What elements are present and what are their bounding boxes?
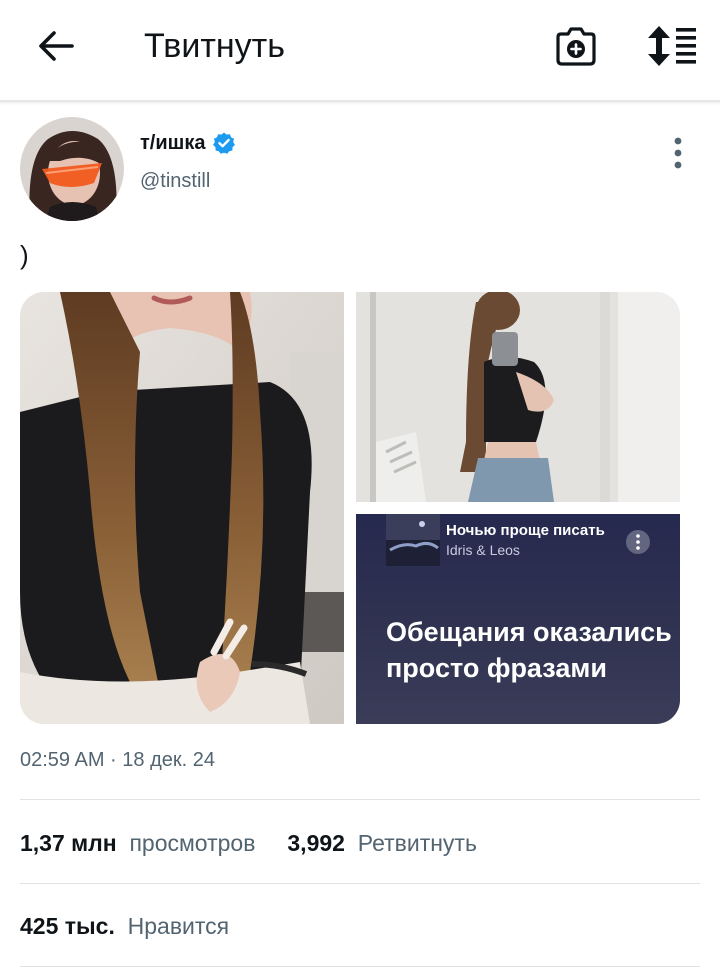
sort-button[interactable] bbox=[646, 24, 698, 68]
profile-photo bbox=[20, 117, 124, 221]
arrow-left-icon bbox=[39, 31, 74, 61]
photo-1[interactable] bbox=[20, 292, 344, 724]
views-retweets-row: 1,37 млн просмотров 3,992 Ретвитнуть bbox=[20, 828, 477, 858]
song-title: Ночью проще писать bbox=[446, 522, 605, 539]
back-button[interactable] bbox=[34, 26, 78, 66]
likes-stat[interactable]: 425 тыс. Нравится bbox=[20, 913, 229, 939]
user-display-name[interactable]: т/ишка bbox=[140, 130, 205, 156]
photo-1-image bbox=[20, 292, 344, 724]
media-grid: Ночью проще писать Idris & Leos Обещания… bbox=[20, 292, 680, 724]
avatar[interactable] bbox=[20, 117, 124, 221]
add-photo-button[interactable] bbox=[554, 24, 598, 68]
music-embed-card[interactable]: Ночью проще писать Idris & Leos Обещания… bbox=[356, 514, 680, 724]
verified-badge-icon bbox=[213, 132, 235, 154]
page-title: Твитнуть bbox=[144, 27, 285, 65]
divider bbox=[20, 799, 700, 800]
retweets-label: Ретвитнуть bbox=[357, 830, 477, 856]
views-stat[interactable]: 1,37 млн просмотров bbox=[20, 830, 262, 856]
more-vertical-icon bbox=[674, 137, 682, 169]
likes-row: 425 тыс. Нравится bbox=[20, 911, 229, 941]
more-vertical-icon bbox=[636, 534, 640, 550]
sort-list-icon bbox=[648, 26, 696, 66]
photo-2[interactable] bbox=[356, 292, 680, 502]
lyric-text: Обещания оказались просто фразами bbox=[386, 617, 672, 683]
song-more-button[interactable] bbox=[626, 530, 650, 554]
tweet-text: ) bbox=[20, 240, 29, 270]
likes-count: 425 тыс. bbox=[20, 913, 115, 939]
likes-label: Нравится bbox=[127, 913, 230, 939]
photo-2-image bbox=[356, 292, 680, 502]
more-options-button[interactable] bbox=[664, 136, 692, 170]
user-handle[interactable]: @tinstill bbox=[140, 168, 210, 194]
tweet-timestamp[interactable]: 02:59 AM · 18 дек. 24 bbox=[20, 747, 215, 773]
retweets-stat[interactable]: 3,992 Ретвитнуть bbox=[287, 830, 477, 856]
views-count: 1,37 млн bbox=[20, 830, 117, 856]
camera-plus-icon bbox=[556, 27, 596, 66]
views-label: просмотров bbox=[129, 830, 256, 856]
top-app-bar: Твитнуть bbox=[0, 0, 720, 102]
divider bbox=[20, 883, 700, 884]
divider bbox=[20, 966, 700, 967]
song-artist: Idris & Leos bbox=[446, 542, 520, 558]
retweets-count: 3,992 bbox=[287, 830, 345, 856]
album-cover bbox=[386, 514, 440, 566]
